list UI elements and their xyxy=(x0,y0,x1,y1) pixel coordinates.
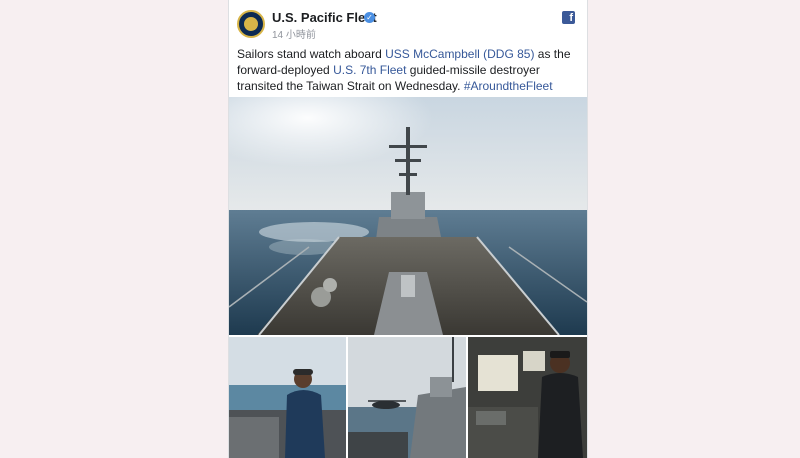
post-text: Sailors stand watch aboard USS McCampbel… xyxy=(237,46,582,94)
page-name[interactable]: U.S. Pacific Fleet xyxy=(272,10,377,25)
photo-thumbnails xyxy=(229,337,587,458)
post-timestamp[interactable]: 14 小時前 xyxy=(272,26,316,41)
thumbnail-photo-1[interactable] xyxy=(229,337,346,458)
sailor-headset-image xyxy=(229,337,346,458)
facebook-icon[interactable]: f xyxy=(562,11,575,24)
fleet-link[interactable]: U.S. 7th Fleet xyxy=(333,63,406,77)
thumbnail-photo-2[interactable] xyxy=(348,337,466,458)
post-header: U.S. Pacific Fleet ✓ 14 小時前 f xyxy=(229,0,587,41)
helicopter-ship-image xyxy=(348,337,466,458)
verified-badge-icon: ✓ xyxy=(364,12,375,23)
hashtag-link[interactable]: #AroundtheFleet xyxy=(464,79,553,93)
bridge-officer-image xyxy=(468,337,587,458)
destroyer-bow-image xyxy=(229,97,587,335)
facebook-post-card: U.S. Pacific Fleet ✓ 14 小時前 f Sailors st… xyxy=(228,0,588,458)
main-photo[interactable] xyxy=(229,97,587,335)
fleet-seal-icon xyxy=(244,17,258,31)
page-avatar[interactable] xyxy=(237,10,265,38)
post-text-part: Sailors stand watch aboard xyxy=(237,47,386,61)
ship-link[interactable]: USS McCampbell (DDG 85) xyxy=(385,47,534,61)
thumbnail-photo-3[interactable] xyxy=(468,337,587,458)
